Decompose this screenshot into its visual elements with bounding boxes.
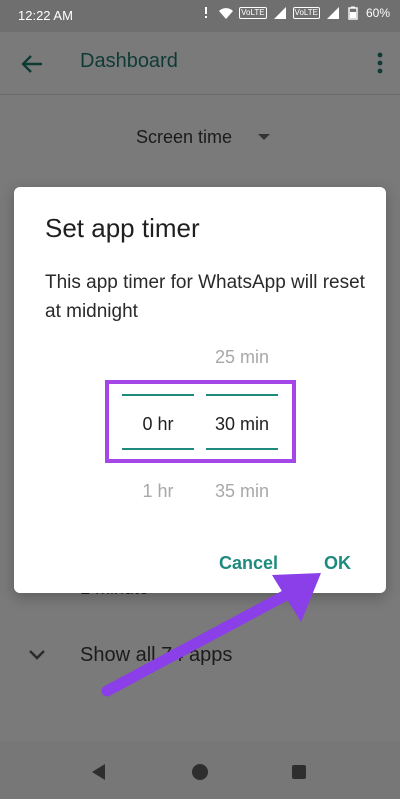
volte-tag-2: VoLTE <box>292 7 320 19</box>
nav-back-icon[interactable] <box>92 764 105 780</box>
battery-percent: 60% <box>365 6 390 20</box>
notification-icon <box>205 7 208 18</box>
minute-option-above[interactable]: 25 min <box>206 347 278 368</box>
chevron-down-icon <box>29 650 45 660</box>
phone-screen: 12:22 AM VoLTE VoLTE 60% Dashboard Scree… <box>0 0 400 799</box>
back-arrow-icon[interactable] <box>18 50 46 78</box>
status-time: 12:22 AM <box>18 8 73 23</box>
dropdown-label: Screen time <box>136 127 233 147</box>
dialog-message: This app timer for WhatsApp will reset a… <box>45 272 365 322</box>
navigation-bar <box>0 742 400 799</box>
show-all-label: Show all 74 apps <box>80 644 233 666</box>
battery-icon <box>348 6 358 20</box>
wifi-icon <box>219 8 234 19</box>
highlight-box <box>105 380 296 463</box>
caret-down-icon <box>258 134 270 140</box>
nav-home-icon[interactable] <box>192 764 208 780</box>
more-vert-icon[interactable] <box>376 50 384 76</box>
page-title: Dashboard <box>80 50 178 72</box>
signal-icon <box>273 7 286 19</box>
ok-button[interactable]: OK <box>324 553 351 574</box>
divider <box>0 94 400 95</box>
app-bar: Dashboard <box>0 32 400 94</box>
show-all-apps-item[interactable]: Show all 74 apps <box>0 628 400 686</box>
minute-option-below[interactable]: 35 min <box>206 481 278 502</box>
cancel-button[interactable]: Cancel <box>219 553 278 574</box>
dialog-title: Set app timer <box>45 213 200 243</box>
status-icons: VoLTE VoLTE 60% <box>199 6 390 20</box>
nav-recent-icon[interactable] <box>292 765 306 779</box>
volte-tag-1: VoLTE <box>239 7 267 19</box>
screen-time-dropdown[interactable]: Screen time <box>120 117 280 155</box>
status-bar: 12:22 AM VoLTE VoLTE 60% <box>0 0 400 32</box>
set-app-timer-dialog: Set app timer This app timer for WhatsAp… <box>14 187 386 593</box>
signal-icon-2 <box>326 7 339 19</box>
hour-option-below[interactable]: 1 hr <box>122 481 194 502</box>
